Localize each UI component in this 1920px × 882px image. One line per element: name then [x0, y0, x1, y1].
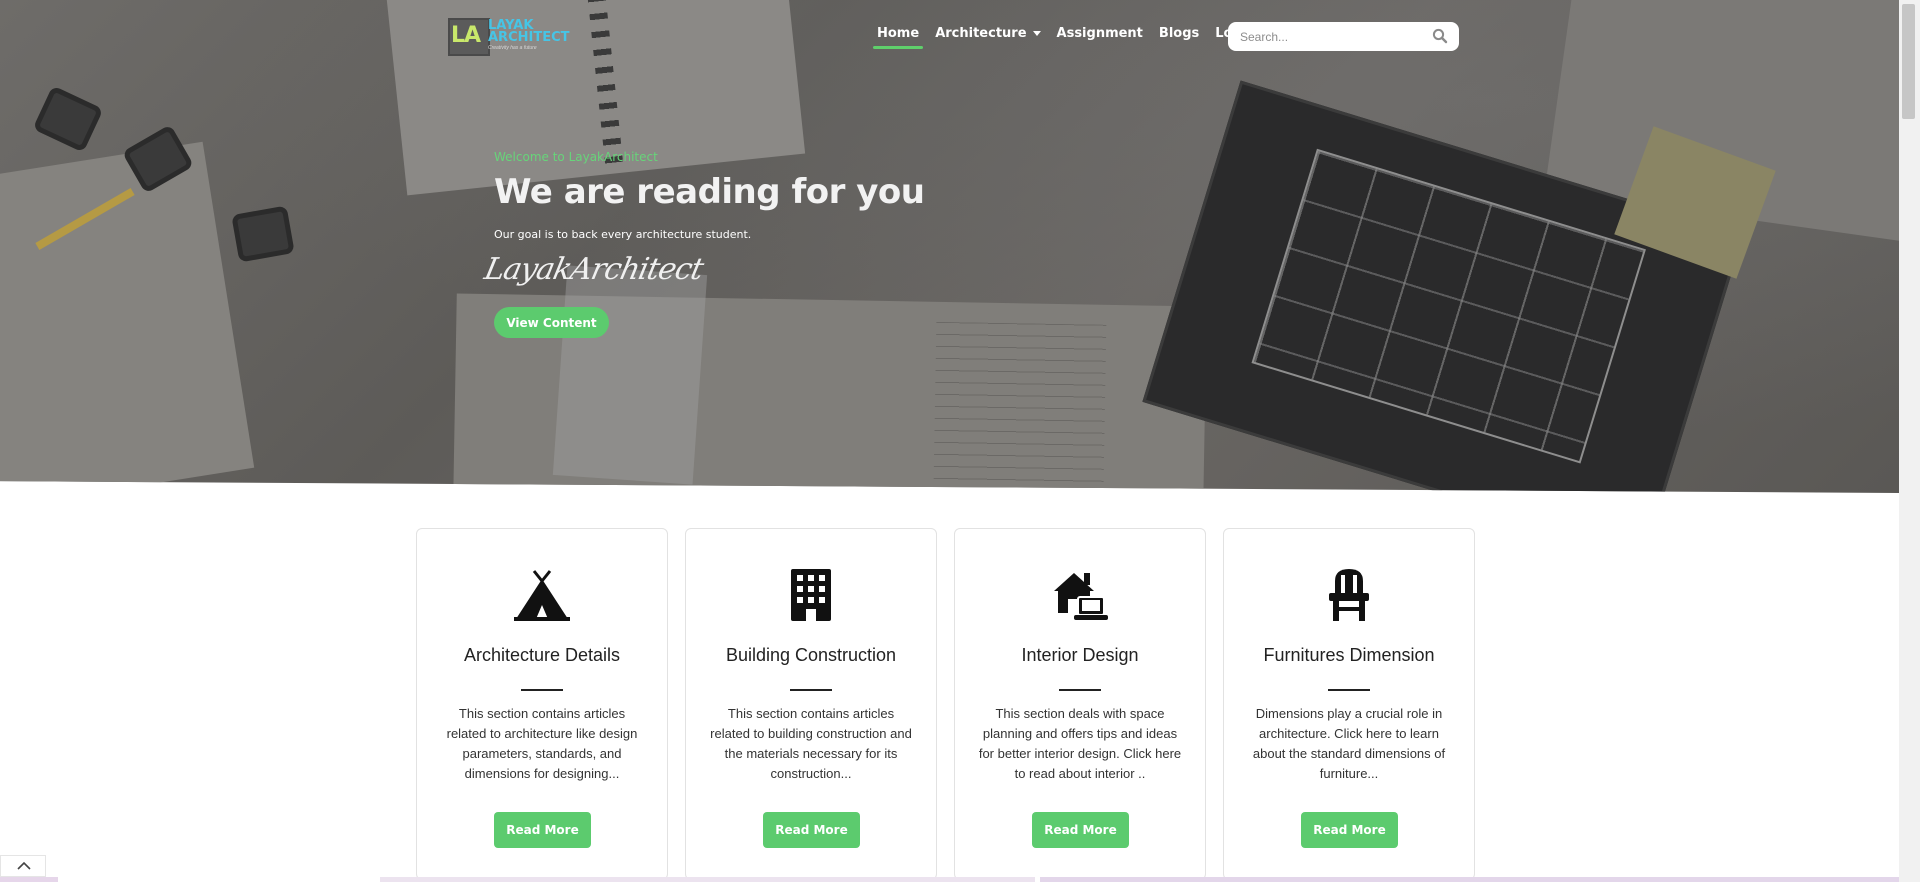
- hero-section: LA Layak Architect Creativity has a futu…: [0, 0, 1899, 493]
- search-box: [1228, 22, 1459, 51]
- card-divider: [1059, 689, 1101, 691]
- view-content-button[interactable]: View Content: [494, 307, 609, 338]
- building-icon: [781, 567, 841, 623]
- tent-icon: [512, 567, 572, 623]
- site-logo[interactable]: LA Layak Architect Creativity has a futu…: [448, 18, 570, 58]
- search-input[interactable]: [1238, 26, 1432, 48]
- card-title: Furnitures Dimension: [1263, 645, 1435, 665]
- hero-headline: We are reading for you: [494, 172, 925, 212]
- hero-subtext: Our goal is to back every architecture s…: [494, 228, 752, 241]
- back-to-top-button[interactable]: [0, 855, 46, 877]
- card-divider: [521, 689, 563, 691]
- card-divider: [1328, 689, 1370, 691]
- welcome-text: Welcome to LayakArchitect: [494, 150, 658, 164]
- card-description: This section deals with space planning a…: [978, 706, 1182, 781]
- nav-home[interactable]: Home: [872, 26, 924, 49]
- card-description: Dimensions play a crucial role in archit…: [1252, 706, 1446, 781]
- nav-assignment[interactable]: Assignment: [1057, 26, 1143, 41]
- card-divider: [790, 689, 832, 691]
- chair-icon: [1319, 567, 1379, 623]
- card-title: Building Construction: [725, 645, 897, 665]
- card-furnitures-dimension: Furnitures Dimension Dimensions play a c…: [1223, 528, 1475, 880]
- logo-tagline: Creativity has a future: [488, 45, 537, 51]
- logo-name: Layak Architect: [488, 18, 570, 45]
- logo-initials: LA: [451, 23, 481, 48]
- category-cards: Architecture Details This section contai…: [416, 528, 1475, 880]
- background-binder-clip: [32, 85, 104, 153]
- search-icon[interactable]: [1431, 27, 1449, 45]
- scrollbar-thumb[interactable]: [1902, 4, 1915, 119]
- nav-architecture-label: Architecture: [935, 26, 1027, 41]
- card-interior-design: Interior Design This section deals with …: [954, 528, 1206, 880]
- chevron-up-icon: [17, 861, 31, 870]
- nav-blogs[interactable]: Blogs: [1159, 26, 1199, 41]
- card-title: Interior Design: [1021, 645, 1139, 665]
- read-more-button[interactable]: Read More: [494, 812, 591, 848]
- card-title: Architecture Details: [463, 645, 621, 665]
- house-laptop-icon: [1050, 567, 1110, 623]
- background-binder-clip: [231, 205, 295, 263]
- background-ruler: [552, 265, 708, 485]
- page-scrollbar[interactable]: [1899, 0, 1920, 882]
- read-more-button[interactable]: Read More: [1032, 812, 1129, 848]
- card-description: This section contains articles related t…: [446, 706, 638, 781]
- read-more-button[interactable]: Read More: [1301, 812, 1398, 848]
- card-description: This section contains articles related t…: [710, 706, 912, 781]
- card-building-construction: Building Construction This section conta…: [685, 528, 937, 880]
- read-more-button[interactable]: Read More: [763, 812, 860, 848]
- chevron-down-icon: [1032, 31, 1041, 36]
- signature-logo: LayakArchitect: [481, 252, 706, 287]
- browser-bottom-strip: [0, 877, 1899, 882]
- nav-architecture[interactable]: Architecture: [935, 26, 1041, 41]
- main-nav: Home Architecture Assignment Blogs Login: [872, 26, 1255, 49]
- card-architecture-details: Architecture Details This section contai…: [416, 528, 668, 880]
